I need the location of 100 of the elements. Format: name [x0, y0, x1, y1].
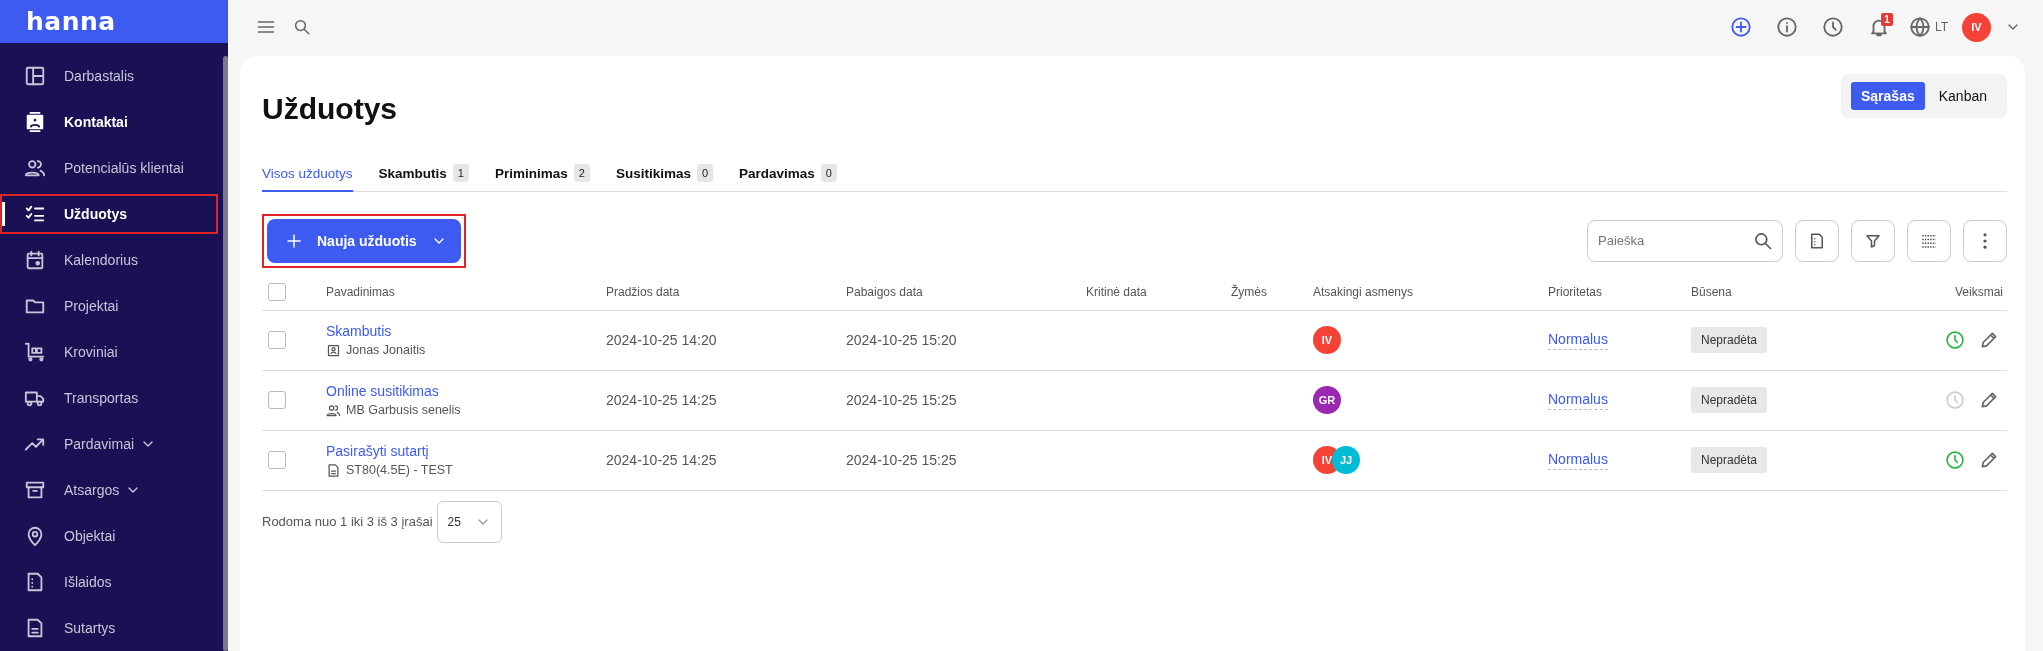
column-header: Pavadinimas	[326, 284, 395, 299]
view-toggle[interactable]: Sąrašas	[1851, 82, 1925, 110]
scrollbar[interactable]	[223, 56, 228, 651]
sidebar-item[interactable]: Sutartys	[0, 608, 218, 648]
document-icon	[1808, 231, 1826, 250]
status-badge: Nepradėta	[1691, 387, 1768, 413]
select-all-checkbox[interactable]	[268, 282, 286, 301]
count-badge: 0	[820, 164, 837, 182]
task-title-link[interactable]: Pasirašyti sutartį	[326, 442, 429, 459]
tab-label: Skambutis	[378, 165, 447, 181]
contact-card-icon	[326, 342, 341, 358]
page-size-select[interactable]: 25	[436, 500, 502, 543]
column-header: Pabaigos data	[846, 284, 923, 299]
column-header: Žymės	[1231, 284, 1267, 299]
language-selector[interactable]: LT	[1908, 16, 1948, 38]
row-checkbox[interactable]	[268, 451, 286, 469]
pencil-icon	[1979, 390, 1999, 410]
search-icon	[1753, 230, 1773, 251]
clock-icon	[1821, 16, 1844, 38]
status-badge: Nepradėta	[1691, 447, 1768, 473]
sidebar-item[interactable]: Projektai	[0, 286, 218, 326]
timer-button[interactable]	[1945, 330, 1965, 350]
globe-icon	[1908, 16, 1931, 38]
column-header: Prioritetas	[1548, 284, 1603, 299]
search-field[interactable]: Paieška	[1587, 219, 1783, 262]
sidebar-item[interactable]: Objektai	[0, 516, 218, 556]
tab-label: Susitikimas	[615, 165, 691, 181]
assignee-avatar[interactable]: IV	[1313, 326, 1341, 354]
document-icon	[326, 462, 341, 478]
users-icon	[326, 402, 341, 418]
timer-button[interactable]	[1945, 450, 1965, 470]
archive-icon	[24, 479, 46, 501]
sidebar-item[interactable]: Išlaidos	[0, 562, 218, 602]
assignee-avatar[interactable]: GR	[1313, 386, 1341, 414]
column-header: Atsakingi asmenys	[1313, 284, 1414, 299]
sidebar-item[interactable]: Kroviniai	[0, 332, 218, 372]
contact-card-icon	[24, 111, 46, 133]
calendar-icon	[24, 249, 46, 271]
user-avatar[interactable]: IV	[1962, 12, 1991, 42]
layout-icon	[24, 65, 46, 87]
sidebar-item[interactable]: Transportas	[0, 378, 218, 418]
table-cell: 2024-10-25 15:20	[846, 332, 957, 348]
count-badge: 2	[573, 164, 590, 182]
sidebar-item[interactable]: Atsargos	[0, 470, 218, 510]
tab-label: Pardavimas	[739, 165, 815, 181]
columns-button[interactable]	[1907, 219, 1951, 262]
export-button[interactable]	[1795, 219, 1839, 262]
pagination-summary: Rodoma nuo 1 iki 3 iš 3 įrašai	[262, 514, 433, 529]
sidebar-item[interactable]: Kontaktai	[0, 102, 218, 142]
tab[interactable]: Visos užduotys	[262, 156, 353, 192]
notification-badge: 1	[1881, 13, 1893, 26]
count-badge: 1	[452, 164, 469, 182]
sidebar-item[interactable]: Pardavimai	[0, 424, 218, 464]
tab[interactable]: Susitikimas 0	[615, 156, 714, 192]
plus-circle-icon	[1729, 16, 1752, 38]
view-toggle[interactable]: Kanban	[1928, 82, 1997, 110]
count-badge: 0	[696, 164, 714, 182]
active-indicator	[2, 202, 5, 226]
row-checkbox[interactable]	[268, 331, 286, 349]
sidebar-item[interactable]: Užduotys	[0, 194, 218, 234]
column-header: Būsena	[1691, 284, 1732, 299]
column-header: Veiksmai	[1954, 284, 2004, 299]
column-header: Kritinė data	[1086, 284, 1147, 299]
table-cell: 2024-10-25 15:25	[846, 452, 957, 468]
clock-icon	[1945, 390, 1965, 410]
plus-icon	[285, 231, 303, 250]
table-cell: 2024-10-25 14:25	[606, 452, 717, 468]
task-title-link[interactable]: Skambutis	[326, 322, 392, 339]
task-related-text: MB Garbusis senelis	[346, 403, 461, 417]
task-related-text: ST80(4.5E) - TEST	[346, 463, 453, 477]
new-task-button[interactable]: Nauja užduotis	[267, 218, 461, 263]
table-cell: 2024-10-25 14:25	[606, 392, 717, 408]
logo[interactable]: hanna	[26, 7, 116, 36]
more-icon	[1983, 232, 1987, 249]
users-icon	[24, 157, 46, 179]
task-related-text: Jonas Jonaitis	[346, 343, 426, 357]
tab[interactable]: Priminimas 2	[494, 156, 590, 192]
sidebar-item[interactable]: Potencialūs klientai	[0, 148, 218, 188]
priority-link[interactable]: Normalus	[1548, 450, 1608, 470]
filter-button[interactable]	[1851, 219, 1895, 262]
clock-icon	[1945, 450, 1965, 470]
tab-label: Priminimas	[494, 165, 568, 181]
search-icon	[293, 18, 311, 36]
pencil-icon	[1979, 330, 1999, 350]
sidebar-item[interactable]: Kalendorius	[0, 240, 218, 280]
info-icon	[1775, 16, 1798, 38]
edit-button[interactable]	[1979, 450, 1999, 470]
column-header: Pradžios data	[606, 284, 680, 299]
edit-button[interactable]	[1979, 330, 1999, 350]
cart-icon	[24, 341, 46, 363]
task-title-link[interactable]: Online susitikimas	[326, 382, 439, 399]
row-checkbox[interactable]	[268, 391, 286, 409]
notifications-button[interactable]: 1	[1862, 11, 1895, 43]
priority-link[interactable]: Normalus	[1548, 390, 1608, 410]
sidebar-item[interactable]: Darbastalis	[0, 56, 218, 96]
edit-button[interactable]	[1979, 390, 1999, 410]
priority-link[interactable]: Normalus	[1548, 330, 1608, 350]
tab[interactable]: Skambutis 1	[378, 156, 469, 192]
status-badge: Nepradėta	[1691, 327, 1768, 353]
tab[interactable]: Pardavimas 0	[739, 156, 837, 192]
